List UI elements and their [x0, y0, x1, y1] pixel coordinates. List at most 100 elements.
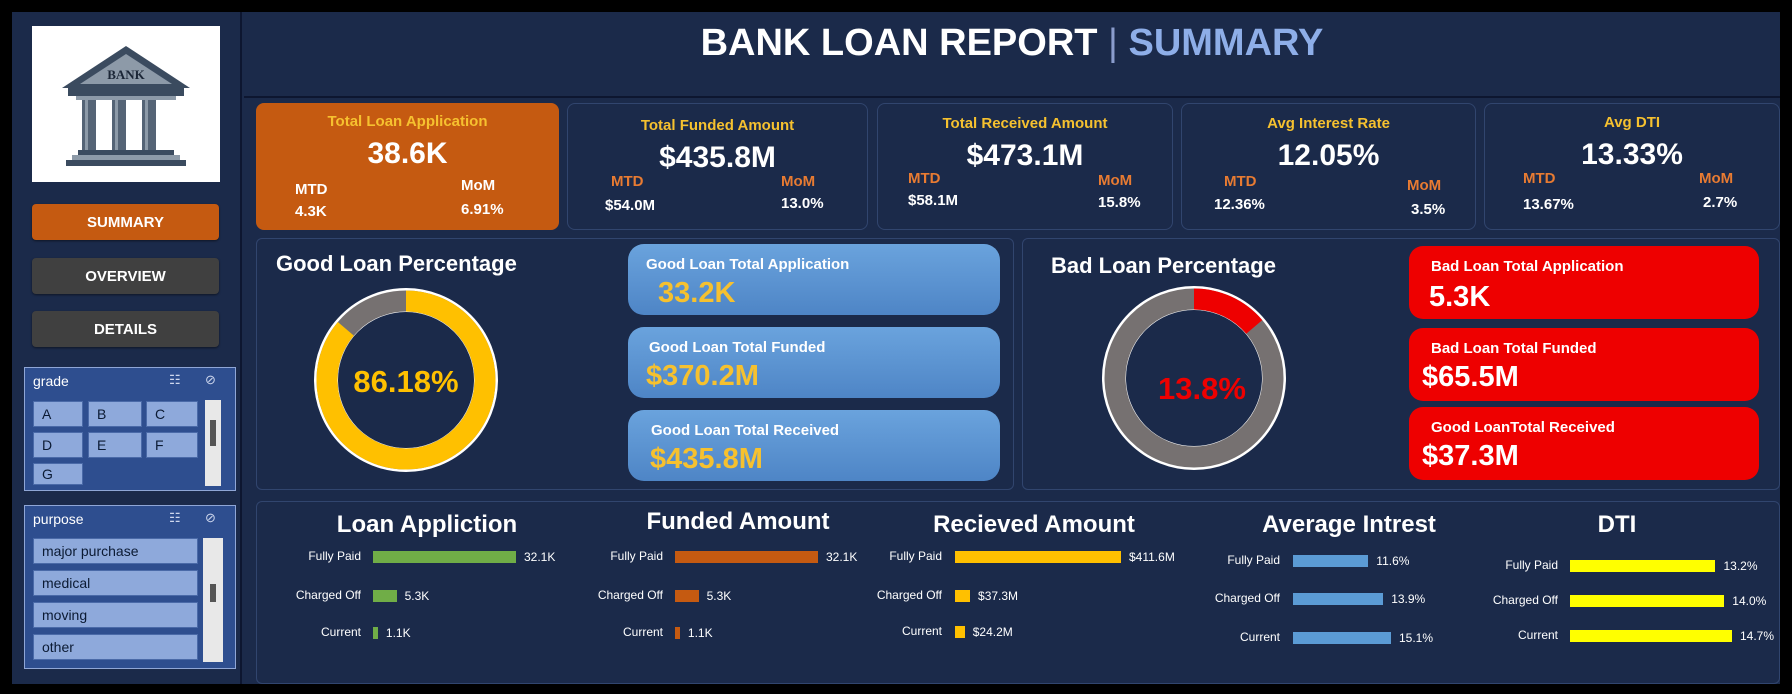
- chart-title: DTI: [1597, 511, 1637, 538]
- chart-value-label: 5.3K: [706, 589, 732, 603]
- chart-bar: [1570, 560, 1716, 572]
- chart-bar: [1570, 595, 1725, 607]
- grade-scrollbar[interactable]: [205, 400, 221, 486]
- chart-category-label: Charged Off: [295, 588, 361, 602]
- chart-category-label: Current: [622, 625, 663, 639]
- clear-filter-icon[interactable]: ⊘: [205, 510, 216, 526]
- grade-item-a[interactable]: A: [33, 401, 83, 427]
- kpi-mom-label: MoM: [1407, 177, 1442, 194]
- bank-icon: BANK: [62, 46, 190, 166]
- chart-category-label: Fully Paid: [1227, 553, 1280, 567]
- chart-bar: [373, 590, 397, 602]
- grade-scrollbar-thumb[interactable]: [210, 420, 216, 446]
- chart-value-label: 5.3K: [404, 589, 430, 603]
- chart-value-label: 15.1%: [1399, 631, 1434, 645]
- grade-item-c[interactable]: C: [146, 401, 198, 427]
- kpi-mom-value: 2.7%: [1703, 194, 1738, 211]
- kpi-title: Avg DTI: [1603, 114, 1661, 131]
- chart-title: Funded Amount: [646, 508, 830, 535]
- chart-bar: [1293, 555, 1369, 567]
- bad-loan-application-card: Bad Loan Total Application 5.3K: [1409, 246, 1759, 319]
- kpi-mom-label: MoM: [1699, 170, 1734, 187]
- chart-category-label: Fully Paid: [1505, 558, 1558, 572]
- kpi-value: 38.6K: [367, 137, 448, 170]
- page-title: BANK LOAN REPORT | SUMMARY: [244, 22, 1780, 65]
- chart-value-label: $24.2M: [972, 625, 1013, 639]
- card-title: Good Loan Total Received: [651, 422, 840, 439]
- chart-value-label: 11.6%: [1376, 554, 1410, 568]
- chart-title: Average Intrest: [1262, 511, 1436, 538]
- chart-value-label: 14.7%: [1740, 629, 1775, 643]
- kpi-title: Avg Interest Rate: [1267, 115, 1390, 132]
- good-loan-application-card: Good Loan Total Application 33.2K: [628, 244, 1000, 315]
- grade-slicer-title: grade: [33, 373, 69, 389]
- kpi-mtd-label: MTD: [908, 170, 941, 187]
- card-title: Bad Loan Total Funded: [1431, 340, 1597, 357]
- chart-category-label: Fully Paid: [610, 549, 663, 563]
- chart-category-label: Charged Off: [1492, 593, 1558, 607]
- purpose-item-other[interactable]: other: [33, 634, 198, 660]
- chart-title: Loan Appliction: [336, 511, 518, 538]
- good-loan-received-card: Good Loan Total Received $435.8M: [628, 410, 1000, 481]
- kpi-mtd-label: MTD: [611, 173, 644, 190]
- bad-loan-title: Bad Loan Percentage: [1051, 253, 1276, 278]
- clear-filter-icon[interactable]: ⊘: [205, 372, 216, 388]
- grade-slicer-header: grade ☷ ⊘: [25, 368, 235, 394]
- kpi-mom-label: MoM: [1098, 172, 1133, 189]
- chart-category-label: Current: [901, 624, 942, 638]
- title-divider: [244, 96, 1780, 98]
- kpi-mom-value: 3.5%: [1411, 201, 1446, 218]
- chart-bar: [1570, 630, 1732, 642]
- grade-item-f[interactable]: F: [146, 432, 198, 458]
- multi-select-icon[interactable]: ☷: [169, 372, 181, 388]
- kpi-mtd-value: $58.1M: [908, 192, 959, 209]
- card-title: Good Loan Total Funded: [649, 339, 826, 356]
- logo-text: BANK: [107, 67, 145, 82]
- chart-value-label: 13.9%: [1391, 592, 1426, 606]
- good-loan-donut: 86.18%: [314, 288, 498, 472]
- card-title: Good LoanTotal Received: [1431, 419, 1615, 436]
- chart-value-label: 14.0%: [1732, 594, 1767, 608]
- grade-item-g[interactable]: G: [33, 463, 83, 485]
- kpi-mom-label: MoM: [781, 173, 816, 190]
- kpi-title: Total Funded Amount: [640, 117, 795, 134]
- kpi-avg-interest-rate: Avg Interest Rate 12.05% MTD 12.36% MoM …: [1181, 103, 1476, 230]
- card-value: $435.8M: [650, 443, 763, 475]
- chart-bar: [373, 551, 516, 563]
- kpi-mtd-label: MTD: [1523, 170, 1556, 187]
- grade-item-e[interactable]: E: [88, 432, 142, 458]
- report-title: BANK LOAN REPORT: [700, 22, 1098, 64]
- bad-loan-received-card: Good LoanTotal Received $37.3M: [1409, 407, 1759, 480]
- kpi-total-funded-amount: Total Funded Amount $435.8M MTD $54.0M M…: [567, 103, 868, 230]
- purpose-item-major-purchase[interactable]: major purchase: [33, 538, 198, 564]
- card-value: $370.2M: [646, 360, 759, 392]
- grade-item-b[interactable]: B: [88, 401, 142, 427]
- chart-title: Recieved Amount: [933, 511, 1135, 538]
- grade-item-d[interactable]: D: [33, 432, 83, 458]
- chart-bar: [675, 551, 818, 563]
- good-loan-title: Good Loan Percentage: [276, 251, 517, 276]
- card-title: Good Loan Total Application: [646, 256, 850, 273]
- kpi-mom-value: 13.0%: [781, 195, 824, 212]
- good-loan-percent: 86.18%: [353, 364, 458, 399]
- overview-button[interactable]: OVERVIEW: [32, 258, 219, 294]
- title-separator: |: [1108, 22, 1118, 64]
- bad-loan-funded-card: Bad Loan Total Funded $65.5M: [1409, 328, 1759, 401]
- multi-select-icon[interactable]: ☷: [169, 510, 181, 526]
- purpose-scrollbar-thumb[interactable]: [210, 584, 216, 602]
- kpi-value: $473.1M: [966, 139, 1084, 172]
- kpi-value: 13.33%: [1581, 138, 1683, 171]
- kpi-value: $435.8M: [659, 141, 776, 174]
- purpose-scrollbar[interactable]: [203, 538, 223, 662]
- kpi-mtd-value: 4.3K: [295, 203, 327, 220]
- purpose-item-medical[interactable]: medical: [33, 570, 198, 596]
- kpi-mom-label: MoM: [461, 177, 496, 194]
- chart-category-label: Current: [1517, 628, 1558, 642]
- card-value: 5.3K: [1429, 281, 1491, 313]
- summary-button[interactable]: SUMMARY: [32, 204, 219, 240]
- details-button[interactable]: DETAILS: [32, 311, 219, 347]
- chart-bar: [955, 551, 1121, 563]
- purpose-item-moving[interactable]: moving: [33, 602, 198, 628]
- card-value: $37.3M: [1422, 440, 1519, 472]
- chart-bar: [955, 626, 965, 638]
